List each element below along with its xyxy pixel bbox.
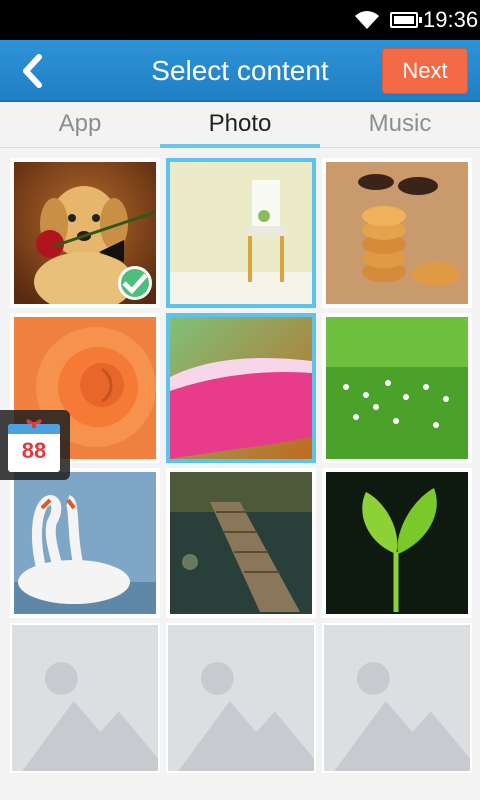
image-placeholder-icon xyxy=(12,625,158,771)
gift-number: 88 xyxy=(21,438,47,463)
tab-bar: App Photo Music xyxy=(0,104,480,148)
bow-icon xyxy=(26,419,42,428)
photo-tile-grass[interactable] xyxy=(322,313,472,463)
next-button[interactable]: Next xyxy=(382,48,468,94)
photo-thumbnail xyxy=(326,317,468,459)
photo-thumbnail xyxy=(170,472,312,614)
photo-tile-chair[interactable] xyxy=(166,158,316,308)
gift-widget[interactable]: 88 xyxy=(0,410,70,480)
photo-placeholder[interactable] xyxy=(166,623,316,773)
photo-tile-puppy[interactable] xyxy=(10,158,160,308)
status-time: 19:36 xyxy=(423,7,479,32)
photo-thumbnail xyxy=(170,162,312,304)
tab-photo[interactable]: Photo xyxy=(160,104,320,148)
photo-placeholder[interactable] xyxy=(322,623,472,773)
wifi-icon xyxy=(355,11,379,29)
photo-tile-bridge[interactable] xyxy=(166,468,316,618)
tab-app[interactable]: App xyxy=(0,104,160,148)
photo-thumbnail xyxy=(14,472,156,614)
photo-thumbnail xyxy=(326,472,468,614)
photo-thumbnail xyxy=(326,162,468,304)
photo-tile-leaf[interactable] xyxy=(322,468,472,618)
title-bar: Select content Next xyxy=(0,40,480,102)
image-placeholder-icon xyxy=(324,625,470,771)
gift-calendar-icon: 88 xyxy=(8,424,60,472)
photo-tile-swans[interactable] xyxy=(10,468,160,618)
battery-icon xyxy=(390,12,422,28)
status-bar: 19:36 xyxy=(0,0,480,40)
photo-thumbnail xyxy=(170,317,312,459)
selected-check-icon xyxy=(118,266,152,300)
image-placeholder-icon xyxy=(168,625,314,771)
photo-tile-petal[interactable] xyxy=(166,313,316,463)
photo-tile-cookies[interactable] xyxy=(322,158,472,308)
photo-placeholder[interactable] xyxy=(10,623,160,773)
tab-music[interactable]: Music xyxy=(320,104,480,148)
